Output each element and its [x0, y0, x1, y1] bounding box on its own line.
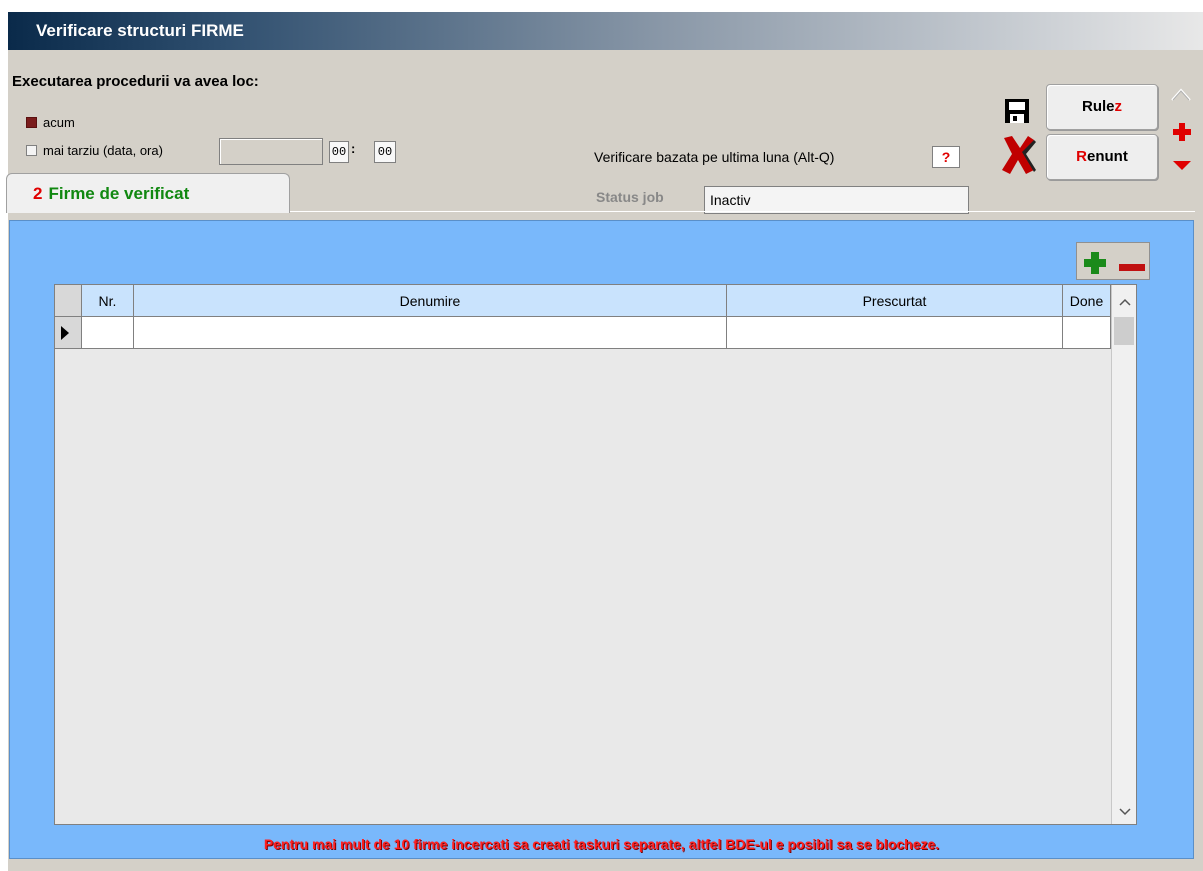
option-now[interactable]: acum: [26, 115, 75, 130]
cancel-x-icon[interactable]: [1000, 134, 1038, 179]
column-header-prescurtat[interactable]: Prescurtat: [727, 285, 1063, 317]
grid-scrollbar[interactable]: [1111, 285, 1136, 824]
tab-label: Firme de verificat: [48, 184, 190, 203]
minute-field[interactable]: 00: [374, 141, 396, 163]
row-actions: [1076, 242, 1150, 280]
option-later-label: mai tarziu (data, ora): [43, 143, 163, 158]
option-now-checkbox[interactable]: [26, 117, 37, 128]
cell-denumire[interactable]: [134, 317, 727, 349]
tab-firme-de-verificat[interactable]: 2 Firme de verificat: [6, 173, 290, 213]
option-later[interactable]: mai tarziu (data, ora): [26, 143, 163, 158]
cancel-button-hotkey: R: [1076, 148, 1087, 165]
save-icon[interactable]: [1003, 97, 1031, 128]
tab-number: 2: [33, 184, 43, 203]
cell-nr[interactable]: [82, 317, 134, 349]
date-field[interactable]: [219, 138, 323, 165]
cancel-button[interactable]: Renunt: [1046, 134, 1158, 180]
window-title: Verificare structuri FIRME: [8, 12, 1203, 50]
current-row-arrow-icon: [61, 326, 69, 340]
cell-prescurtat[interactable]: [727, 317, 1063, 349]
grid-corner: [55, 285, 82, 317]
column-header-nr[interactable]: Nr.: [82, 285, 134, 317]
run-button[interactable]: Rulez: [1046, 84, 1158, 130]
status-label: Status job: [596, 189, 664, 205]
tab-divider: [290, 211, 1195, 212]
run-button-label: Rule: [1081, 98, 1115, 115]
scroll-up-icon[interactable]: [1170, 86, 1192, 105]
footer-warning: Pentru mai mult de 10 firme incercati sa…: [263, 836, 940, 852]
remove-row-icon[interactable]: [1119, 260, 1145, 275]
cell-done[interactable]: [1063, 317, 1111, 349]
verification-label: Verificare bazata pe ultima luna (Alt-Q): [594, 149, 835, 165]
time-separator: :: [351, 141, 356, 156]
add-plus-icon[interactable]: [1172, 122, 1192, 145]
hour-field[interactable]: 00: [329, 141, 349, 163]
scroll-up-arrow-icon[interactable]: [1119, 295, 1131, 310]
verification-toggle[interactable]: ?: [932, 146, 960, 168]
run-button-hotkey: z: [1114, 98, 1123, 115]
move-down-icon[interactable]: [1171, 158, 1193, 175]
scroll-thumb[interactable]: [1114, 317, 1134, 345]
cancel-button-label: enunt: [1087, 148, 1128, 165]
column-header-denumire[interactable]: Denumire: [134, 285, 727, 317]
option-now-label: acum: [43, 115, 75, 130]
add-row-icon[interactable]: [1083, 251, 1107, 278]
firme-grid[interactable]: Nr. Denumire Prescurtat Done: [54, 284, 1137, 825]
scroll-down-arrow-icon[interactable]: [1119, 805, 1131, 820]
row-indicator: [55, 317, 82, 349]
schedule-heading: Executarea procedurii va avea loc:: [12, 73, 259, 90]
column-header-done[interactable]: Done: [1063, 285, 1111, 317]
status-field: Inactiv: [704, 186, 969, 214]
option-later-checkbox[interactable]: [26, 145, 37, 156]
